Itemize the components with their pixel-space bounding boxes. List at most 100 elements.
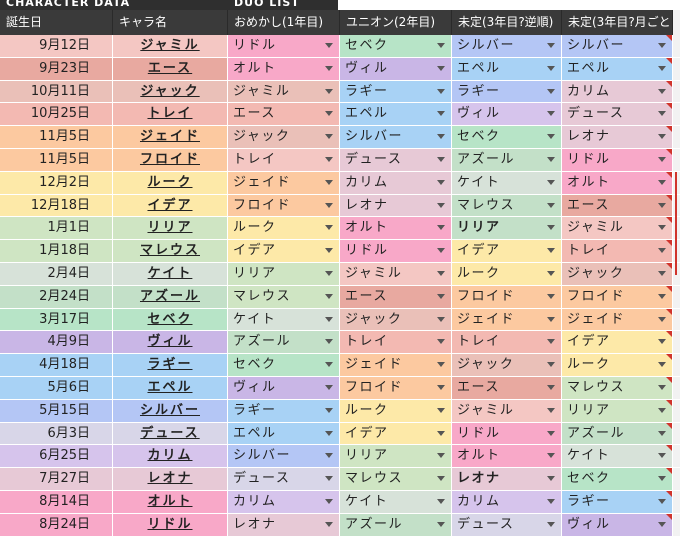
dropdown-caret-icon[interactable] bbox=[547, 430, 555, 436]
dropdown-caret-icon[interactable] bbox=[547, 384, 555, 390]
dropdown-undecided-reverse[interactable]: セベク bbox=[452, 126, 562, 148]
birthday-cell[interactable]: 7月27日 bbox=[0, 468, 113, 490]
dropdown-undecided-reverse[interactable]: ジェイド bbox=[452, 308, 562, 331]
dropdown-caret-icon[interactable] bbox=[325, 498, 333, 504]
dropdown-caret-icon[interactable] bbox=[437, 498, 445, 504]
dropdown-caret-icon[interactable] bbox=[325, 476, 333, 482]
character-name-cell[interactable]: リドル bbox=[113, 513, 228, 536]
character-name-cell[interactable]: シルバー bbox=[113, 399, 228, 422]
dropdown-union[interactable]: リドル bbox=[340, 240, 452, 262]
dropdown-caret-icon[interactable] bbox=[437, 179, 445, 185]
dropdown-undecided-monthly[interactable]: エース bbox=[562, 194, 673, 217]
dropdown-caret-icon[interactable] bbox=[325, 43, 333, 48]
birthday-cell[interactable]: 10月25日 bbox=[0, 103, 113, 126]
character-name-cell[interactable]: ジャミル bbox=[113, 35, 228, 57]
dropdown-caret-icon[interactable] bbox=[658, 453, 666, 459]
dropdown-caret-icon[interactable] bbox=[658, 476, 666, 482]
dropdown-union[interactable]: ケイト bbox=[340, 490, 452, 513]
dropdown-caret-icon[interactable] bbox=[547, 248, 555, 254]
dropdown-undecided-monthly[interactable]: オルト bbox=[562, 171, 673, 194]
character-name-cell[interactable]: ラギー bbox=[113, 354, 228, 376]
dropdown-caret-icon[interactable] bbox=[437, 248, 445, 254]
dropdown-undecided-monthly[interactable]: ジャミル bbox=[562, 217, 673, 240]
dropdown-caret-icon[interactable] bbox=[437, 476, 445, 482]
birthday-cell[interactable]: 4月9日 bbox=[0, 331, 113, 354]
dropdown-caret-icon[interactable] bbox=[437, 88, 445, 94]
dropdown-undecided-reverse[interactable]: シルバー bbox=[452, 35, 562, 57]
dropdown-caret-icon[interactable] bbox=[437, 521, 445, 527]
dropdown-undecided-monthly[interactable]: ラギー bbox=[562, 490, 673, 513]
dropdown-caret-icon[interactable] bbox=[547, 407, 555, 413]
dropdown-caret-icon[interactable] bbox=[325, 316, 333, 322]
character-name-cell[interactable]: カリム bbox=[113, 445, 228, 468]
dropdown-caret-icon[interactable] bbox=[547, 134, 555, 140]
dropdown-undecided-reverse[interactable]: トレイ bbox=[452, 331, 562, 354]
dropdown-caret-icon[interactable] bbox=[547, 293, 555, 299]
birthday-cell[interactable]: 10月11日 bbox=[0, 80, 113, 103]
birthday-cell[interactable]: 11月5日 bbox=[0, 148, 113, 171]
dropdown-union[interactable]: イデア bbox=[340, 422, 452, 445]
dropdown-caret-icon[interactable] bbox=[547, 453, 555, 459]
birthday-cell[interactable]: 1月18日 bbox=[0, 240, 113, 262]
dropdown-undecided-reverse[interactable]: ケイト bbox=[452, 171, 562, 194]
dropdown-omekashi[interactable]: リリア bbox=[228, 262, 340, 285]
birthday-cell[interactable]: 1月1日 bbox=[0, 217, 113, 240]
dropdown-omekashi[interactable]: マレウス bbox=[228, 285, 340, 308]
dropdown-caret-icon[interactable] bbox=[437, 362, 445, 368]
dropdown-omekashi[interactable]: カリム bbox=[228, 490, 340, 513]
dropdown-caret-icon[interactable] bbox=[325, 521, 333, 527]
dropdown-caret-icon[interactable] bbox=[658, 202, 666, 208]
birthday-cell[interactable]: 5月6日 bbox=[0, 376, 113, 399]
dropdown-omekashi[interactable]: ジェイド bbox=[228, 171, 340, 194]
dropdown-caret-icon[interactable] bbox=[325, 225, 333, 231]
birthday-cell[interactable]: 8月24日 bbox=[0, 513, 113, 536]
dropdown-caret-icon[interactable] bbox=[547, 65, 555, 71]
dropdown-caret-icon[interactable] bbox=[325, 65, 333, 71]
dropdown-union[interactable]: トレイ bbox=[340, 331, 452, 354]
dropdown-undecided-monthly[interactable]: フロイド bbox=[562, 285, 673, 308]
character-name-cell[interactable]: ヴィル bbox=[113, 331, 228, 354]
dropdown-undecided-monthly[interactable]: リリア bbox=[562, 399, 673, 422]
dropdown-undecided-reverse[interactable]: アズール bbox=[452, 148, 562, 171]
dropdown-undecided-reverse[interactable]: デュース bbox=[452, 513, 562, 536]
dropdown-caret-icon[interactable] bbox=[658, 156, 666, 162]
dropdown-caret-icon[interactable] bbox=[437, 293, 445, 299]
dropdown-union[interactable]: アズール bbox=[340, 513, 452, 536]
dropdown-caret-icon[interactable] bbox=[658, 248, 666, 254]
birthday-cell[interactable]: 3月17日 bbox=[0, 308, 113, 331]
dropdown-caret-icon[interactable] bbox=[437, 339, 445, 345]
dropdown-caret-icon[interactable] bbox=[437, 430, 445, 436]
dropdown-union[interactable]: カリム bbox=[340, 171, 452, 194]
dropdown-undecided-reverse[interactable]: マレウス bbox=[452, 194, 562, 217]
dropdown-undecided-monthly[interactable]: リドル bbox=[562, 148, 673, 171]
dropdown-caret-icon[interactable] bbox=[325, 407, 333, 413]
dropdown-union[interactable]: ジェイド bbox=[340, 354, 452, 376]
dropdown-union[interactable]: マレウス bbox=[340, 468, 452, 490]
dropdown-caret-icon[interactable] bbox=[658, 88, 666, 94]
dropdown-caret-icon[interactable] bbox=[325, 88, 333, 94]
dropdown-caret-icon[interactable] bbox=[547, 498, 555, 504]
dropdown-undecided-reverse[interactable]: カリム bbox=[452, 490, 562, 513]
dropdown-caret-icon[interactable] bbox=[437, 384, 445, 390]
dropdown-omekashi[interactable]: セベク bbox=[228, 354, 340, 376]
dropdown-caret-icon[interactable] bbox=[547, 43, 555, 48]
dropdown-caret-icon[interactable] bbox=[658, 339, 666, 345]
dropdown-caret-icon[interactable] bbox=[658, 179, 666, 185]
dropdown-omekashi[interactable]: ヴィル bbox=[228, 376, 340, 399]
dropdown-caret-icon[interactable] bbox=[325, 156, 333, 162]
dropdown-undecided-reverse[interactable]: エース bbox=[452, 376, 562, 399]
dropdown-caret-icon[interactable] bbox=[325, 384, 333, 390]
dropdown-omekashi[interactable]: リドル bbox=[228, 35, 340, 57]
birthday-cell[interactable]: 9月12日 bbox=[0, 35, 113, 57]
dropdown-caret-icon[interactable] bbox=[547, 88, 555, 94]
birthday-cell[interactable]: 5月15日 bbox=[0, 399, 113, 422]
dropdown-caret-icon[interactable] bbox=[658, 225, 666, 231]
dropdown-undecided-reverse[interactable]: イデア bbox=[452, 240, 562, 262]
dropdown-caret-icon[interactable] bbox=[547, 202, 555, 208]
character-name-cell[interactable]: リリア bbox=[113, 217, 228, 240]
dropdown-omekashi[interactable]: ジャミル bbox=[228, 80, 340, 103]
dropdown-undecided-reverse[interactable]: リドル bbox=[452, 422, 562, 445]
dropdown-caret-icon[interactable] bbox=[658, 316, 666, 322]
header-character-name[interactable]: キャラ名 bbox=[113, 10, 228, 35]
dropdown-undecided-reverse[interactable]: リリア bbox=[452, 217, 562, 240]
